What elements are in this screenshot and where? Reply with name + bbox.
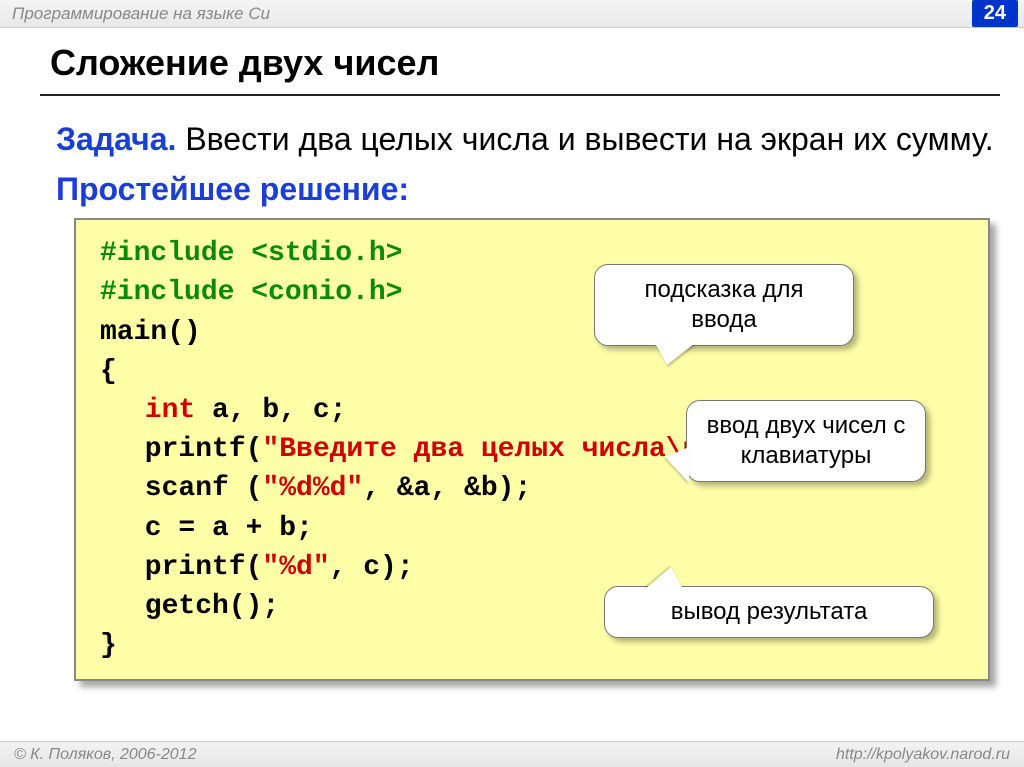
code-keyword: #include — [100, 277, 251, 308]
slide-footer: © К. Поляков, 2006-2012 http://kpolyakov… — [0, 741, 1024, 767]
code-text: } — [100, 630, 117, 661]
task-paragraph: Задача. Ввести два целых числа и вывести… — [56, 118, 1000, 161]
footer-copyright: © К. Поляков, 2006-2012 — [14, 746, 196, 764]
slide-header: Программирование на языке Си 24 — [0, 0, 1024, 28]
code-header: <stdio.h> — [251, 238, 402, 269]
callout-text: подсказка для ввода — [645, 276, 804, 333]
task-text: Ввести два целых числа и вывести на экра… — [176, 121, 993, 157]
code-text: , &a, &b); — [363, 473, 531, 504]
footer-url: http://kpolyakov.narod.ru — [836, 746, 1010, 764]
code-keyword: int — [145, 395, 195, 426]
code-text: printf( — [145, 434, 263, 465]
code-text: , c); — [330, 552, 414, 583]
code-string: "%d%d" — [262, 473, 363, 504]
code-string: "%d" — [262, 552, 329, 583]
callout-output: вывод результата — [604, 586, 934, 638]
code-keyword: #include — [100, 238, 251, 269]
code-text: scanf ( — [145, 473, 263, 504]
slide-title: Сложение двух чисел — [50, 42, 1000, 84]
slide-body: Сложение двух чисел Задача. Ввести два ц… — [0, 28, 1024, 681]
code-text: c = a + b; — [145, 513, 313, 544]
code-text: printf( — [145, 552, 263, 583]
code-text: a, b, c; — [195, 395, 346, 426]
solution-label: Простейшее решение: — [56, 171, 1000, 208]
callout-scanf: ввод двух чисел с клавиатуры — [686, 400, 926, 482]
code-string: "Введите два целых числа\n" — [262, 434, 716, 465]
page-number-badge: 24 — [972, 0, 1018, 27]
title-row: Сложение двух чисел — [40, 36, 1000, 96]
code-text: main() — [100, 317, 201, 348]
code-header: <conio.h> — [251, 277, 402, 308]
code-text: getch(); — [145, 591, 279, 622]
callout-text: вывод результата — [671, 598, 868, 625]
callout-input-hint: подсказка для ввода — [594, 264, 854, 346]
code-text: { — [100, 356, 117, 387]
code-wrapper: #include <stdio.h> #include <conio.h> ma… — [74, 218, 990, 681]
callout-text: ввод двух чисел с клавиатуры — [707, 412, 906, 469]
task-label: Задача. — [56, 121, 176, 157]
course-title: Программирование на языке Си — [12, 4, 270, 24]
